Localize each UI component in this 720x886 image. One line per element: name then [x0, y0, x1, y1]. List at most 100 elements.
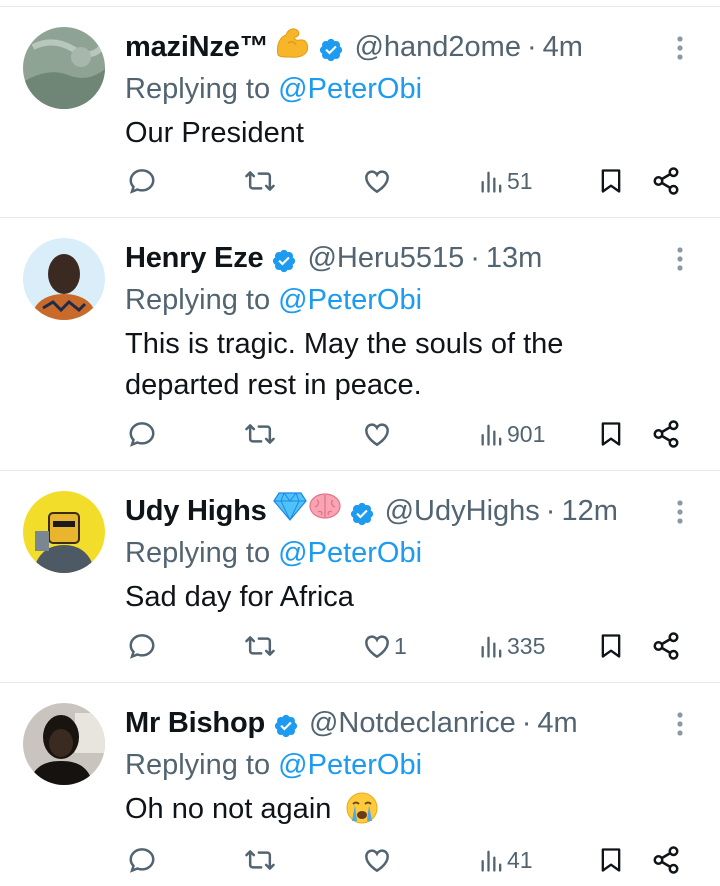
reply-icon	[129, 422, 155, 447]
reply-item[interactable]: Udy Highs @UdyHighs · 12m Replying to @P…	[0, 471, 720, 683]
bookmark-button[interactable]	[597, 163, 625, 199]
replying-to-line: Replying to @PeterObi	[125, 280, 660, 320]
replying-to-line: Replying to @PeterObi	[125, 745, 660, 785]
avatar[interactable]	[23, 491, 105, 573]
action-bar: 901	[0, 416, 720, 452]
mention-link[interactable]: @PeterObi	[278, 284, 422, 316]
timestamp[interactable]: 12m	[561, 491, 617, 531]
retweet-button[interactable]	[244, 628, 276, 664]
share-button[interactable]	[651, 628, 681, 664]
like-button[interactable]: 1	[362, 628, 407, 664]
user-handle[interactable]: @hand2ome	[354, 27, 521, 67]
more-icon[interactable]	[670, 709, 690, 739]
heart-icon	[365, 849, 389, 873]
views-button[interactable]: 901	[479, 416, 545, 452]
reply-item[interactable]: maziNze™ @hand2ome · 4m Replying to @Pet…	[0, 7, 720, 218]
view-count: 901	[507, 420, 546, 447]
replying-to-prefix: Replying to	[125, 749, 271, 781]
share-button[interactable]	[651, 842, 681, 878]
views-button[interactable]: 51	[479, 163, 533, 199]
share-icon	[653, 632, 679, 660]
avatar[interactable]	[23, 238, 105, 320]
share-icon	[653, 846, 679, 874]
more-icon[interactable]	[670, 244, 690, 274]
like-button[interactable]	[362, 163, 394, 199]
bookmark-icon	[601, 422, 621, 446]
bookmark-icon	[601, 169, 621, 193]
display-name[interactable]: maziNze™	[125, 27, 269, 67]
reply-text: Oh no not again	[125, 793, 332, 825]
reply-text: Our President	[125, 117, 304, 149]
retweet-button[interactable]	[244, 416, 276, 452]
user-handle[interactable]: @Notdeclanrice	[309, 703, 516, 743]
retweet-button[interactable]	[244, 163, 276, 199]
retweet-icon	[245, 636, 275, 656]
display-name[interactable]: Udy Highs	[125, 491, 267, 531]
crying-face-emoji	[345, 790, 379, 831]
reply-button[interactable]	[127, 628, 157, 664]
timestamp[interactable]: 13m	[486, 238, 542, 278]
replying-to-line: Replying to @PeterObi	[125, 69, 660, 109]
reply-text: Sad day for Africa	[125, 581, 354, 613]
views-button[interactable]: 41	[479, 842, 533, 878]
bookmark-button[interactable]	[597, 842, 625, 878]
retweet-button[interactable]	[244, 842, 276, 878]
user-handle[interactable]: @Heru5515	[307, 238, 464, 278]
replying-to-prefix: Replying to	[125, 537, 271, 569]
action-bar: 41	[0, 842, 720, 878]
bookmark-button[interactable]	[597, 628, 625, 664]
replying-to-prefix: Replying to	[125, 73, 271, 105]
action-bar: 1 335	[0, 628, 720, 664]
heart-icon	[365, 423, 389, 447]
brain-emoji	[309, 491, 341, 531]
verified-badge-icon	[271, 245, 297, 273]
share-button[interactable]	[651, 163, 681, 199]
display-name[interactable]: Mr Bishop	[125, 703, 265, 743]
views-icon	[481, 636, 502, 658]
share-icon	[653, 420, 679, 448]
reply-item[interactable]: Mr Bishop @Notdeclanrice · 4m Replying t…	[0, 683, 720, 880]
reply-button[interactable]	[127, 842, 157, 878]
reply-icon	[129, 169, 155, 194]
action-bar: 51	[0, 163, 720, 199]
more-icon[interactable]	[670, 497, 690, 527]
separator-dot: ·	[545, 495, 556, 527]
views-icon	[481, 171, 502, 193]
share-icon	[653, 167, 679, 195]
view-count: 51	[507, 167, 533, 194]
flexed-biceps-emoji	[274, 25, 310, 70]
retweet-icon	[245, 171, 275, 191]
bookmark-icon	[601, 848, 621, 872]
separator-dot: ·	[521, 707, 532, 739]
reply-text-line: Oh no not again	[125, 789, 660, 831]
retweet-icon	[245, 850, 275, 870]
avatar[interactable]	[23, 703, 105, 785]
reply-icon	[129, 634, 155, 659]
reply-text: This is tragic. May the souls of the dep…	[125, 328, 564, 401]
like-button[interactable]	[362, 416, 394, 452]
mention-link[interactable]: @PeterObi	[278, 537, 422, 569]
reply-button[interactable]	[127, 163, 157, 199]
mention-link[interactable]: @PeterObi	[278, 73, 422, 105]
bookmark-button[interactable]	[597, 416, 625, 452]
verified-badge-icon	[318, 34, 344, 62]
views-button[interactable]: 335	[479, 628, 545, 664]
user-handle[interactable]: @UdyHighs	[385, 491, 540, 531]
mention-link[interactable]: @PeterObi	[278, 749, 422, 781]
display-name[interactable]: Henry Eze	[125, 238, 264, 278]
reply-button[interactable]	[127, 416, 157, 452]
replying-to-line: Replying to @PeterObi	[125, 533, 660, 573]
verified-badge-icon	[349, 498, 375, 526]
share-button[interactable]	[651, 416, 681, 452]
reply-item[interactable]: Henry Eze @Heru5515 · 13m Replying to @P…	[0, 218, 720, 471]
view-count: 41	[507, 846, 533, 873]
gem-emoji	[272, 491, 307, 532]
more-icon[interactable]	[670, 33, 690, 63]
timestamp[interactable]: 4m	[537, 703, 577, 743]
bookmark-icon	[601, 634, 621, 658]
like-button[interactable]	[362, 842, 394, 878]
reply-feed: maziNze™ @hand2ome · 4m Replying to @Pet…	[0, 6, 720, 880]
timestamp[interactable]: 4m	[543, 27, 583, 67]
heart-icon	[365, 635, 389, 659]
avatar[interactable]	[23, 27, 105, 109]
